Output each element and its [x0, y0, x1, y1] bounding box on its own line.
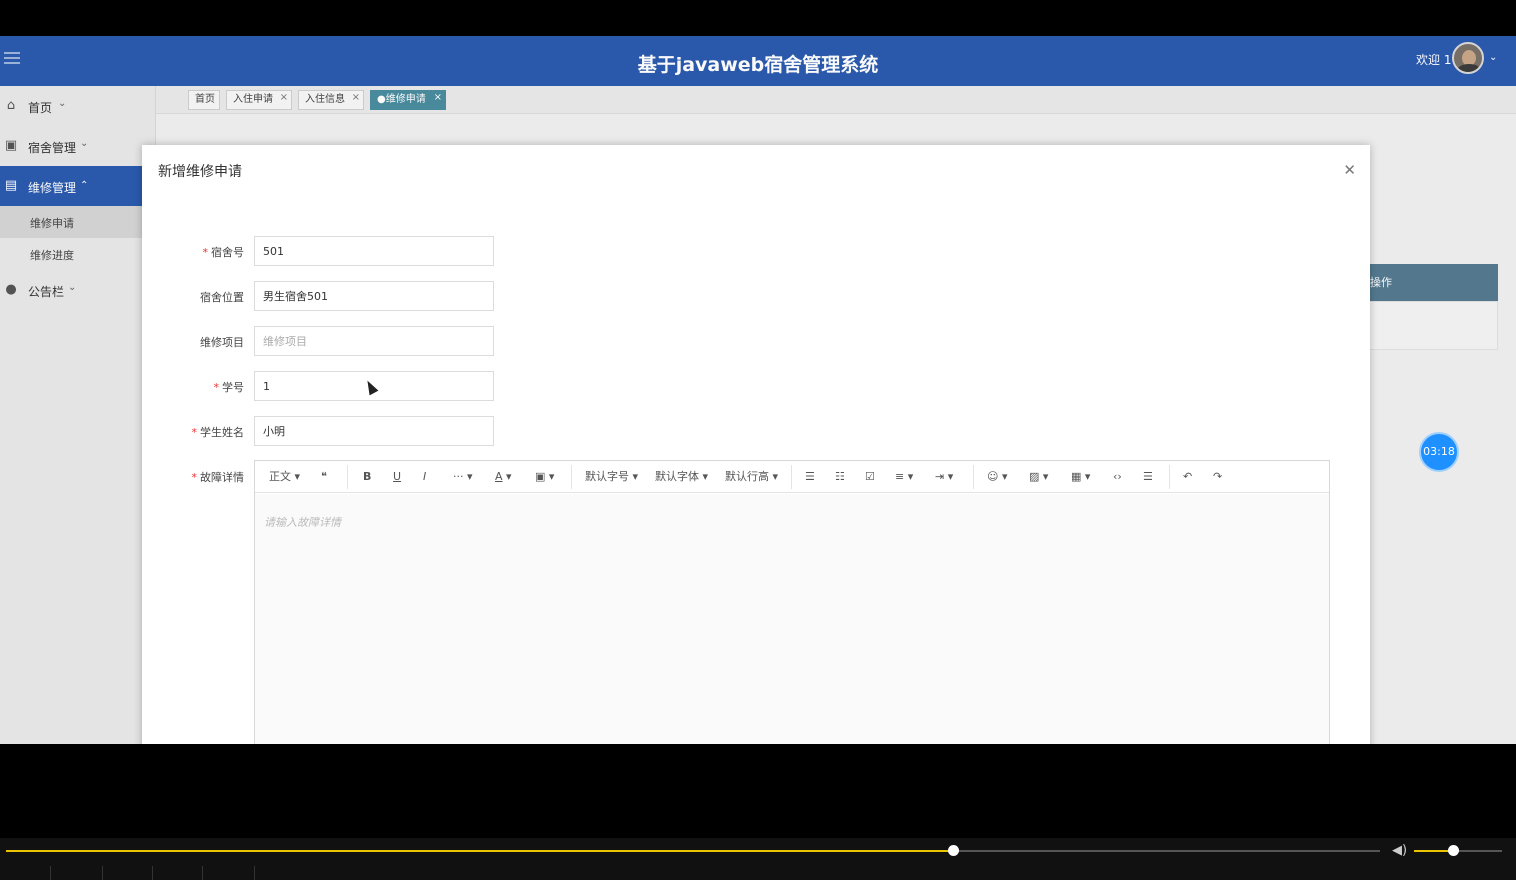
- redo-icon[interactable]: ↷: [1213, 469, 1222, 485]
- close-icon[interactable]: ✕: [1343, 161, 1356, 179]
- line-height-label: 默认行高: [725, 470, 769, 483]
- font-size-dropdown[interactable]: 默认字号 ▾: [585, 469, 638, 485]
- required-mark: *: [191, 471, 198, 484]
- volume-slider-track[interactable]: [1414, 845, 1502, 856]
- emoji-icon[interactable]: ☺ ▾: [987, 469, 1008, 485]
- form-row-dorm-location: 宿舍位置: [142, 281, 542, 311]
- student-name-input[interactable]: [254, 416, 494, 446]
- field-label: * 学生姓名: [142, 424, 245, 440]
- align-dropdown-icon[interactable]: ≡ ▾: [895, 469, 913, 485]
- line-height-dropdown[interactable]: 默认行高 ▾: [725, 469, 778, 485]
- text-color-label: A: [495, 470, 503, 483]
- more-dropdown[interactable]: ··· ▾: [453, 469, 473, 485]
- label-text: 学生姓名: [200, 426, 244, 439]
- video-player-bar: ◀): [0, 838, 1516, 880]
- font-family-label: 默认字体: [655, 470, 699, 483]
- numbered-list-icon[interactable]: ☷: [835, 469, 845, 485]
- toolbar-divider: [347, 465, 348, 489]
- font-size-label: 默认字号: [585, 470, 629, 483]
- toolbar-divider: [1169, 465, 1170, 489]
- volume-slider-fill: [1414, 850, 1453, 852]
- player-segment: [254, 866, 304, 880]
- field-label: 维修项目: [200, 336, 244, 349]
- dorm-no-input[interactable]: [254, 236, 494, 266]
- field-label: * 学号: [142, 379, 245, 395]
- video-progress-handle[interactable]: [947, 845, 959, 856]
- dorm-location-input[interactable]: [254, 281, 494, 311]
- quote-icon[interactable]: ❝: [321, 469, 327, 485]
- form-row-dorm-no: * 宿舍号: [142, 236, 542, 266]
- font-family-dropdown[interactable]: 默认字体 ▾: [655, 469, 708, 485]
- player-segment: [102, 866, 152, 880]
- player-segment: [152, 866, 202, 880]
- label-text: 故障详情: [200, 471, 244, 484]
- toolbar-divider: [571, 465, 572, 489]
- paragraph-format-dropdown[interactable]: 正文 ▾: [269, 469, 300, 485]
- code-icon[interactable]: ‹›: [1113, 469, 1122, 485]
- image-icon[interactable]: ▨ ▾: [1029, 469, 1048, 485]
- background-color-icon[interactable]: ▣ ▾: [535, 469, 554, 485]
- text-color-dropdown[interactable]: A ▾: [495, 469, 512, 485]
- floating-timer-badge[interactable]: 03:18: [1419, 432, 1459, 472]
- add-repair-request-dialog: 新增维修申请 ✕ *宿舍号 宿舍位置 维修项目 *学号 *学生姓名 *故障详情: [142, 145, 1370, 744]
- toolbar-divider: [973, 465, 974, 489]
- paragraph-format-label: 正文: [269, 470, 291, 483]
- toolbar-divider: [791, 465, 792, 489]
- required-mark: *: [213, 381, 220, 394]
- form-row-repair-item: 维修项目: [142, 326, 542, 356]
- video-progress-fill: [6, 850, 953, 852]
- field-label: * 宿舍号: [142, 244, 245, 260]
- rich-text-editor: 正文 ▾ ❝ B U I ··· ▾ A ▾ ▣ ▾ 默认字号 ▾ 默认字体 ▾…: [254, 460, 1330, 744]
- italic-icon[interactable]: I: [423, 469, 426, 485]
- repair-item-input[interactable]: [254, 326, 494, 356]
- more-label: ···: [453, 470, 464, 483]
- label-text: 宿舍号: [211, 246, 244, 259]
- bold-icon[interactable]: B: [363, 469, 371, 485]
- volume-icon[interactable]: ◀): [1392, 843, 1407, 858]
- field-label: * 故障详情: [142, 469, 245, 485]
- editor-placeholder: 请输入故障详情: [264, 516, 341, 529]
- field-label: 宿舍位置: [200, 291, 244, 304]
- required-mark: *: [191, 426, 198, 439]
- dialog-title: 新增维修申请: [158, 164, 242, 180]
- form-row-student-name: * 学生姓名: [142, 416, 542, 446]
- player-segment: [50, 866, 102, 880]
- player-segment: [202, 866, 254, 880]
- required-mark: *: [202, 246, 209, 259]
- label-text: 学号: [222, 381, 244, 394]
- underline-icon[interactable]: U: [393, 469, 401, 485]
- form-row-student-id: * 学号: [142, 371, 542, 401]
- todo-checkbox-icon[interactable]: ☑: [865, 469, 875, 485]
- player-segments: [0, 866, 1516, 880]
- volume-slider-handle[interactable]: [1447, 845, 1459, 856]
- bulleted-list-icon[interactable]: ☰: [805, 469, 815, 485]
- indent-dropdown-icon[interactable]: ⇥ ▾: [935, 469, 953, 485]
- editor-toolbar: 正文 ▾ ❝ B U I ··· ▾ A ▾ ▣ ▾ 默认字号 ▾ 默认字体 ▾…: [255, 461, 1329, 493]
- divider-line-icon[interactable]: ☰: [1143, 469, 1153, 485]
- app-window: 基于javaweb宿舍管理系统 欢迎 1 ⌄ ⌂ 首页 ⌄ ▣ 宿舍管理 ⌄ ▤…: [0, 36, 1516, 744]
- undo-icon[interactable]: ↶: [1183, 469, 1192, 485]
- table-icon[interactable]: ▦ ▾: [1071, 469, 1090, 485]
- video-progress-track[interactable]: [6, 845, 1380, 856]
- editor-content-area[interactable]: 请输入故障详情: [255, 494, 1329, 744]
